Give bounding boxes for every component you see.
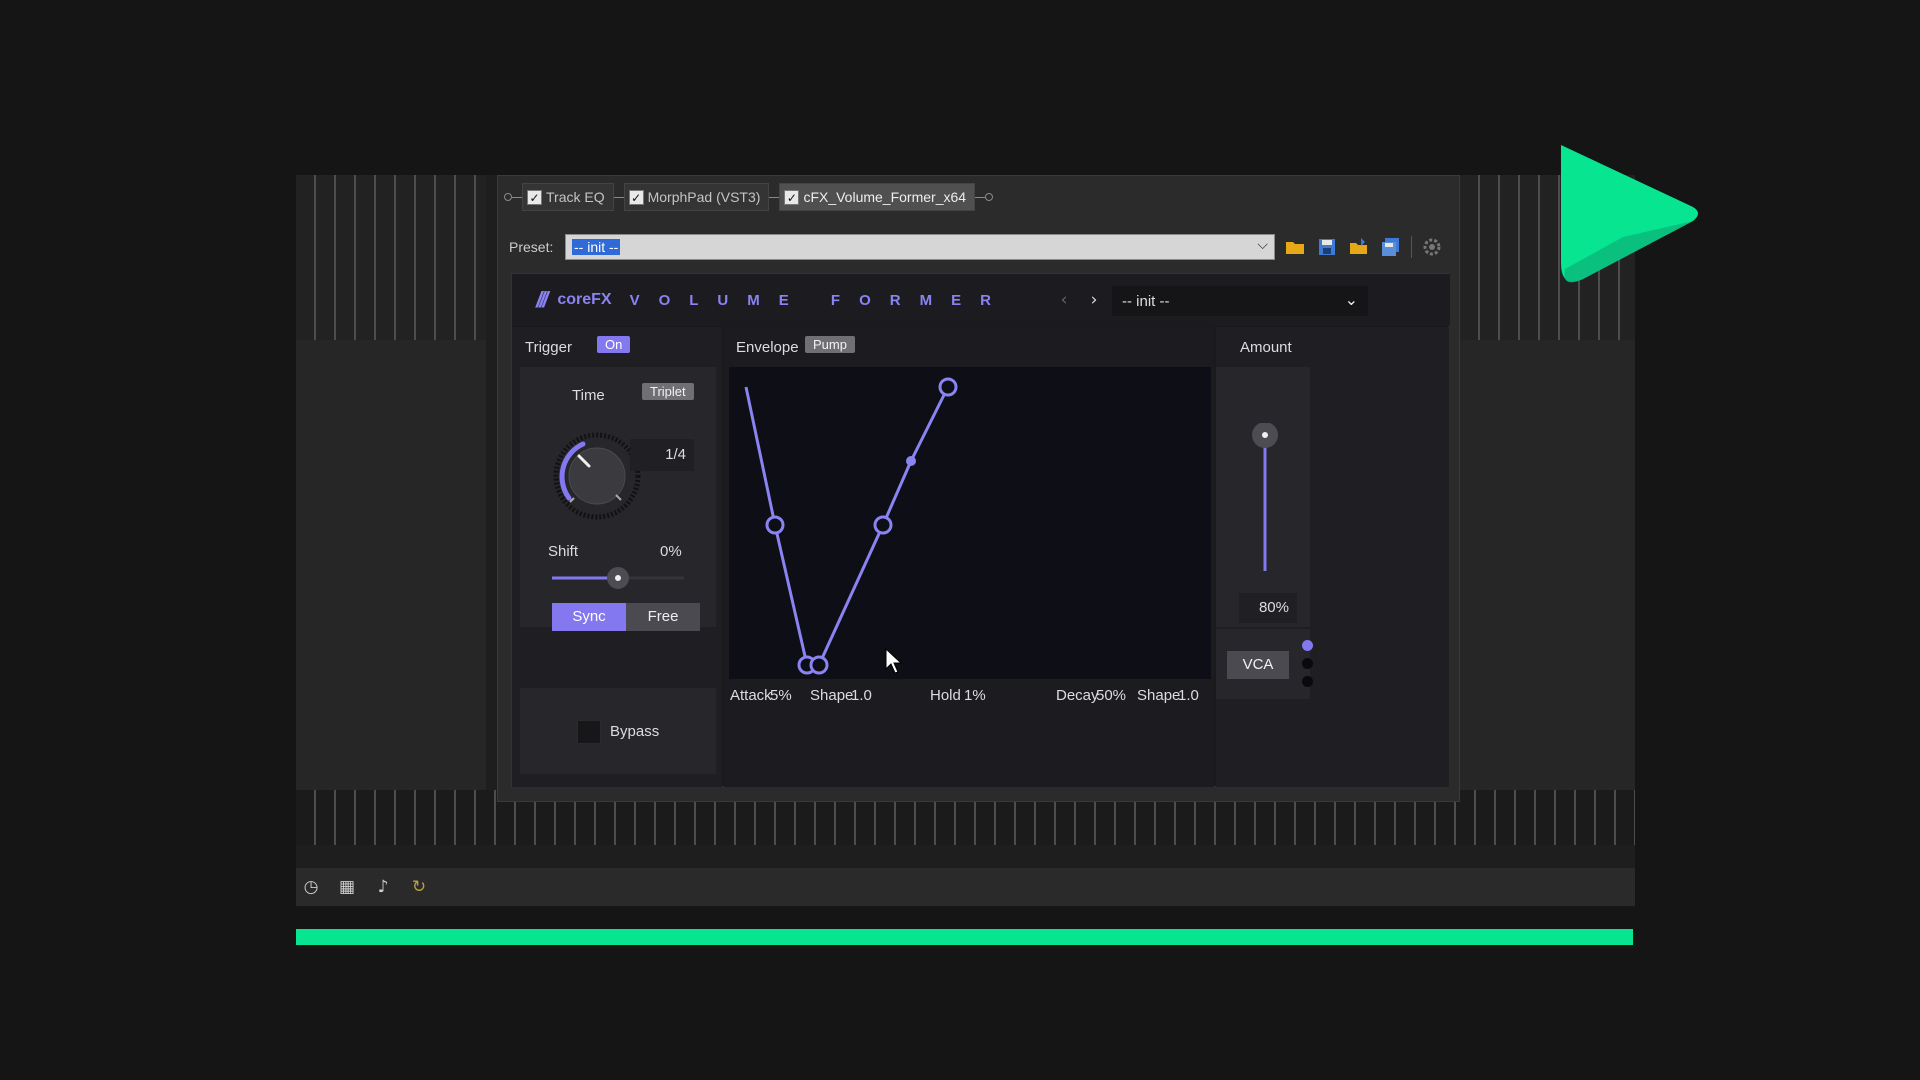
next-preset-icon[interactable]: ›: [1082, 288, 1106, 312]
envelope-parameters: Attack 5% Shape 1.0 Hold 1% Decay 50% Sh…: [730, 687, 1210, 707]
time-value-field[interactable]: 1/4: [630, 439, 694, 471]
attack-label: Attack: [730, 687, 772, 704]
decay-label: Decay: [1056, 687, 1099, 704]
preset-bar: Preset: -- init -- ⌵: [498, 232, 1461, 262]
previous-preset-icon[interactable]: ‹: [1052, 288, 1076, 312]
shape1-value[interactable]: 1.0: [851, 687, 872, 704]
bypass-checkbox[interactable]: [577, 720, 601, 744]
plugin-preset-value: -- init --: [1122, 292, 1170, 310]
metronome-icon[interactable]: ♪: [372, 876, 394, 898]
amount-section: 80%: [1216, 367, 1310, 627]
track-area-left: [296, 340, 486, 790]
gear-icon[interactable]: [1420, 235, 1444, 259]
mode-indicator-1[interactable]: [1302, 640, 1313, 651]
triplet-button[interactable]: Triplet: [642, 383, 694, 400]
vca-section: VCA: [1216, 629, 1313, 699]
envelope-end-node[interactable]: [938, 377, 958, 397]
envelope-graph[interactable]: [729, 367, 1211, 679]
folder-export-icon[interactable]: [1347, 235, 1371, 259]
shift-label: Shift: [548, 543, 579, 560]
preset-dropdown[interactable]: -- init -- ⌵: [565, 234, 1275, 260]
chain-slot-track-eq[interactable]: ✓ Track EQ: [522, 183, 614, 211]
amount-title: Amount: [1240, 339, 1292, 356]
amount-panel: Amount 80% VCA: [1216, 327, 1449, 787]
plugin-header: /// coreFX VOLUME FORMER ‹ › -- init -- …: [512, 274, 1450, 326]
loop-icon[interactable]: ↻: [408, 876, 430, 898]
envelope-hold-end-node[interactable]: [809, 655, 829, 675]
checkbox-icon[interactable]: ✓: [527, 189, 542, 205]
shift-slider[interactable]: [548, 564, 688, 592]
pump-mode-button[interactable]: Pump: [805, 336, 855, 353]
bypass-section: Bypass: [520, 688, 716, 774]
envelope-panel: Envelope Pump Attack 5% Shape 1.0 Hold 1…: [724, 327, 1214, 787]
envelope-attack-node[interactable]: [765, 515, 785, 535]
shape1-label: Shape: [810, 687, 854, 704]
chain-slot-label: Track EQ: [546, 189, 605, 205]
chain-end-node: [985, 193, 994, 201]
trigger-panel: Trigger On Time Triplet 1/4 Shift 0% Syn…: [512, 327, 722, 787]
trigger-toggle[interactable]: On: [597, 336, 631, 353]
decay-value[interactable]: 50%: [1096, 687, 1126, 704]
corefx-logo-icon: ///: [536, 287, 548, 312]
bypass-label: Bypass: [610, 723, 660, 740]
track-ruler-left: [296, 175, 486, 340]
chevron-down-icon: ⌄: [1344, 290, 1358, 309]
video-progress-bar[interactable]: [296, 929, 1633, 945]
envelope-curve-handle[interactable]: [906, 456, 916, 466]
plugin-window: ✓ Track EQ ✓ MorphPad (VST3) ✓ cFX_Volum…: [497, 175, 1460, 802]
shift-value: 0%: [660, 543, 682, 560]
clock-icon[interactable]: ◷: [300, 876, 322, 898]
sync-button[interactable]: Sync: [552, 603, 626, 631]
chain-slot-volume-former[interactable]: ✓ cFX_Volume_Former_x64: [779, 183, 976, 211]
hold-value[interactable]: 1%: [964, 687, 986, 704]
mode-indicator-2[interactable]: [1302, 658, 1313, 669]
envelope-decay-node[interactable]: [873, 515, 893, 535]
track-area-right: [1460, 340, 1635, 790]
chain-slot-morphpad[interactable]: ✓ MorphPad (VST3): [623, 183, 770, 211]
trigger-title: Trigger: [525, 339, 572, 356]
preset-label: Preset:: [509, 239, 554, 255]
chain-slot-label: MorphPad (VST3): [647, 189, 761, 205]
daw-status-bar: ◷ ▦ ♪ ↻: [296, 868, 1635, 906]
vca-button[interactable]: VCA: [1227, 651, 1289, 679]
plugin-preset-dropdown[interactable]: -- init -- ⌄: [1112, 286, 1368, 316]
shape2-value[interactable]: 1.0: [1178, 687, 1199, 704]
product-name: VOLUME FORMER: [629, 291, 1010, 309]
envelope-title: Envelope: [736, 339, 799, 356]
amount-value-field[interactable]: 80%: [1239, 593, 1297, 623]
play-logo-icon: [1561, 145, 1698, 283]
grid-icon[interactable]: ▦: [336, 876, 358, 898]
volume-former-ui: /// coreFX VOLUME FORMER ‹ › -- init -- …: [511, 273, 1450, 787]
checkbox-icon[interactable]: ✓: [784, 189, 800, 205]
shape2-label: Shape: [1137, 687, 1181, 704]
amount-slider[interactable]: [1245, 423, 1285, 583]
attack-value[interactable]: 5%: [770, 687, 792, 704]
preset-value: -- init --: [572, 239, 621, 255]
chain-start-node: [504, 193, 512, 201]
hold-label: Hold: [930, 687, 961, 704]
mode-indicator-3[interactable]: [1302, 676, 1313, 687]
chevron-down-icon: ⌵: [1257, 237, 1268, 253]
free-button[interactable]: Free: [626, 603, 700, 631]
checkbox-icon[interactable]: ✓: [628, 189, 644, 205]
effect-chain: ✓ Track EQ ✓ MorphPad (VST3) ✓ cFX_Volum…: [498, 176, 1461, 218]
save-as-icon[interactable]: [1379, 235, 1403, 259]
time-section: Time Triplet 1/4 Shift 0% Sync Free: [520, 367, 716, 631]
save-icon[interactable]: [1315, 235, 1339, 259]
folder-open-icon[interactable]: [1283, 235, 1307, 259]
brand-name: coreFX: [557, 291, 612, 308]
mouse-cursor-icon: [885, 647, 903, 674]
time-knob[interactable]: [553, 432, 641, 520]
chain-slot-label: cFX_Volume_Former_x64: [803, 189, 967, 205]
time-label: Time: [572, 387, 605, 404]
